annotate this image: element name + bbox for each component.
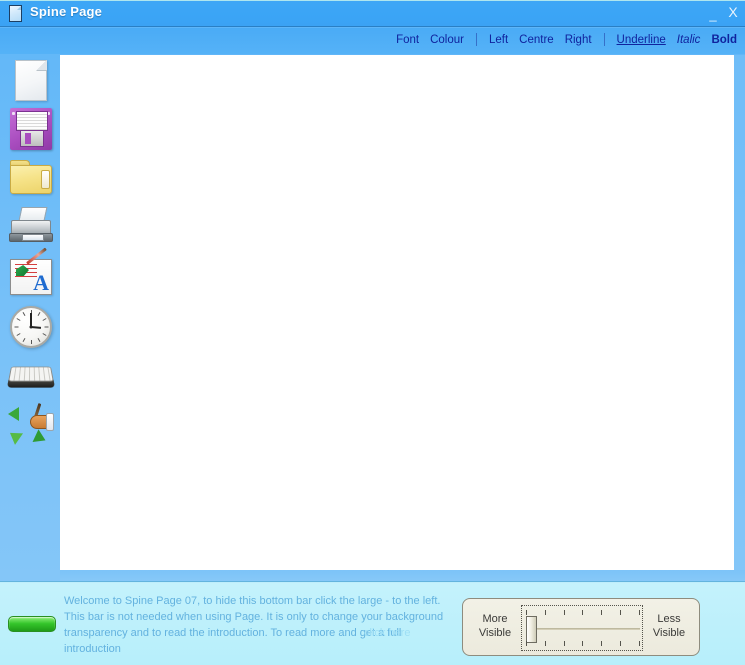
sidebar-item-new-document[interactable]	[8, 58, 54, 104]
canvas-bottom-margin	[60, 570, 745, 581]
format-colour-button[interactable]: Colour	[430, 34, 464, 46]
application-window: Spine Page _ X Font Colour Left Centre R…	[0, 0, 745, 665]
toolbar-separator	[603, 33, 605, 46]
page-icon	[9, 5, 22, 22]
canvas-right-margin	[734, 55, 745, 581]
document-icon	[15, 60, 47, 101]
sidebar-item-print[interactable]	[8, 202, 54, 248]
folder-icon	[10, 160, 52, 194]
align-left-button[interactable]: Left	[489, 34, 508, 46]
align-right-button[interactable]: Right	[565, 34, 592, 46]
close-button[interactable]: X	[727, 3, 739, 21]
slider-thumb[interactable]	[526, 616, 537, 643]
slider-more-visible-label: More Visible	[478, 613, 512, 639]
format-toolbar: Font Colour Left Centre Right Underline …	[0, 28, 745, 54]
click-here-link[interactable]: click here	[364, 625, 410, 641]
slider-track[interactable]	[521, 605, 643, 651]
transparency-slider-group: More Visible Less Visible	[462, 598, 700, 656]
bold-button[interactable]: Bold	[711, 34, 737, 46]
sidebar-item-font-format[interactable]: A	[8, 247, 54, 300]
tool-sidebar: A	[0, 54, 60, 583]
writing-hand-icon	[5, 401, 54, 447]
align-centre-button[interactable]: Centre	[519, 34, 554, 46]
sidebar-item-save[interactable]	[8, 106, 54, 152]
clock-icon	[10, 306, 52, 348]
toolbar-separator	[475, 33, 477, 46]
sidebar-item-clock[interactable]	[8, 304, 54, 350]
window-controls: _ X	[707, 3, 739, 24]
document-canvas[interactable]	[60, 55, 734, 570]
printer-icon	[9, 207, 53, 243]
minimize-button[interactable]: _	[707, 6, 719, 24]
sidebar-item-open-folder[interactable]	[8, 154, 54, 200]
slider-ticks-top	[526, 610, 640, 615]
sidebar-item-write[interactable]	[5, 400, 54, 447]
sidebar-item-keyboard[interactable]	[6, 354, 56, 400]
visibility-toggle[interactable]	[8, 616, 56, 632]
slider-ticks-bottom	[526, 641, 640, 646]
underline-button[interactable]: Underline	[617, 34, 666, 46]
slider-less-visible-label: Less Visible	[652, 613, 686, 639]
font-format-icon: A	[10, 247, 52, 295]
title-bar: Spine Page _ X	[0, 0, 745, 27]
window-title: Spine Page	[30, 4, 103, 19]
keyboard-icon	[6, 366, 56, 390]
floppy-disk-icon	[10, 108, 52, 150]
format-font-button[interactable]: Font	[396, 34, 419, 46]
slider-line	[528, 628, 640, 630]
italic-button[interactable]: Italic	[677, 34, 701, 46]
